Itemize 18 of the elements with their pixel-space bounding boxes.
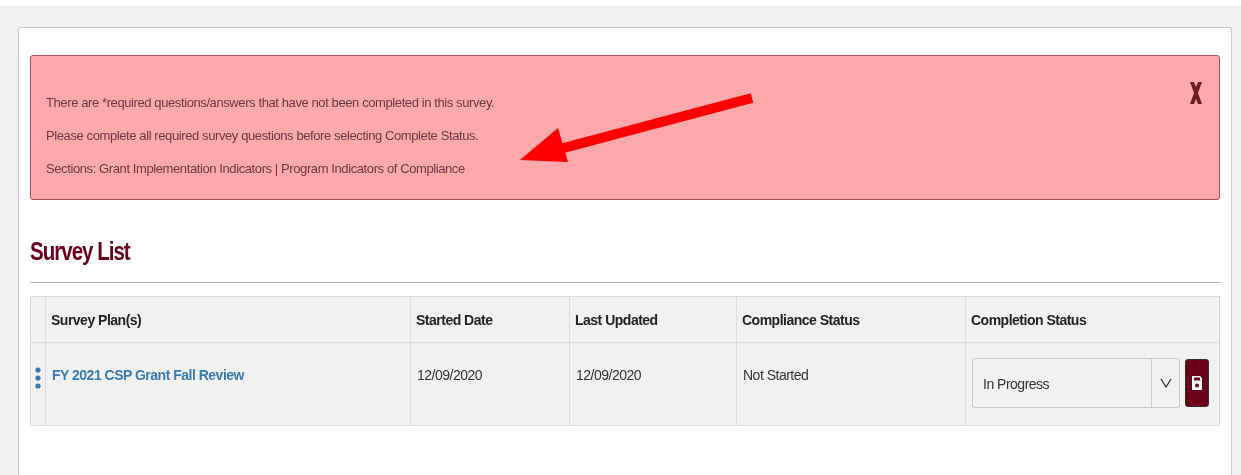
- section-title: Survey List: [30, 236, 132, 267]
- column-header: Survey Plan(s): [51, 311, 142, 328]
- column-header: Completion Status: [971, 311, 1087, 328]
- kebab-menu-icon[interactable]: [35, 367, 41, 389]
- table-cell: Not Started: [743, 367, 809, 383]
- save-button[interactable]: [1185, 359, 1209, 407]
- alert-message: There are *required questions/answers that have not been completed in this survey.: [46, 94, 495, 112]
- alert-message: Sections: Grant Implementation Indicators | Program Indicators of Compliance: [46, 160, 466, 178]
- survey-plan-link[interactable]: FY 2021 CSP Grant Fall Review: [52, 367, 244, 383]
- table-cell: 12/09/2020: [417, 367, 483, 383]
- chevron-down-icon: [1159, 378, 1172, 388]
- table-cell: 12/09/2020: [576, 367, 642, 383]
- status-dropdown[interactable]: In Progress: [972, 358, 1180, 408]
- column-header: Last Updated: [575, 311, 658, 328]
- column-header: Compliance Status: [742, 311, 860, 328]
- alert-message: Please complete all required survey questions before selecting Complete Status.: [46, 127, 480, 145]
- column-header: Started Date: [416, 311, 493, 328]
- close-icon[interactable]: [1189, 81, 1203, 105]
